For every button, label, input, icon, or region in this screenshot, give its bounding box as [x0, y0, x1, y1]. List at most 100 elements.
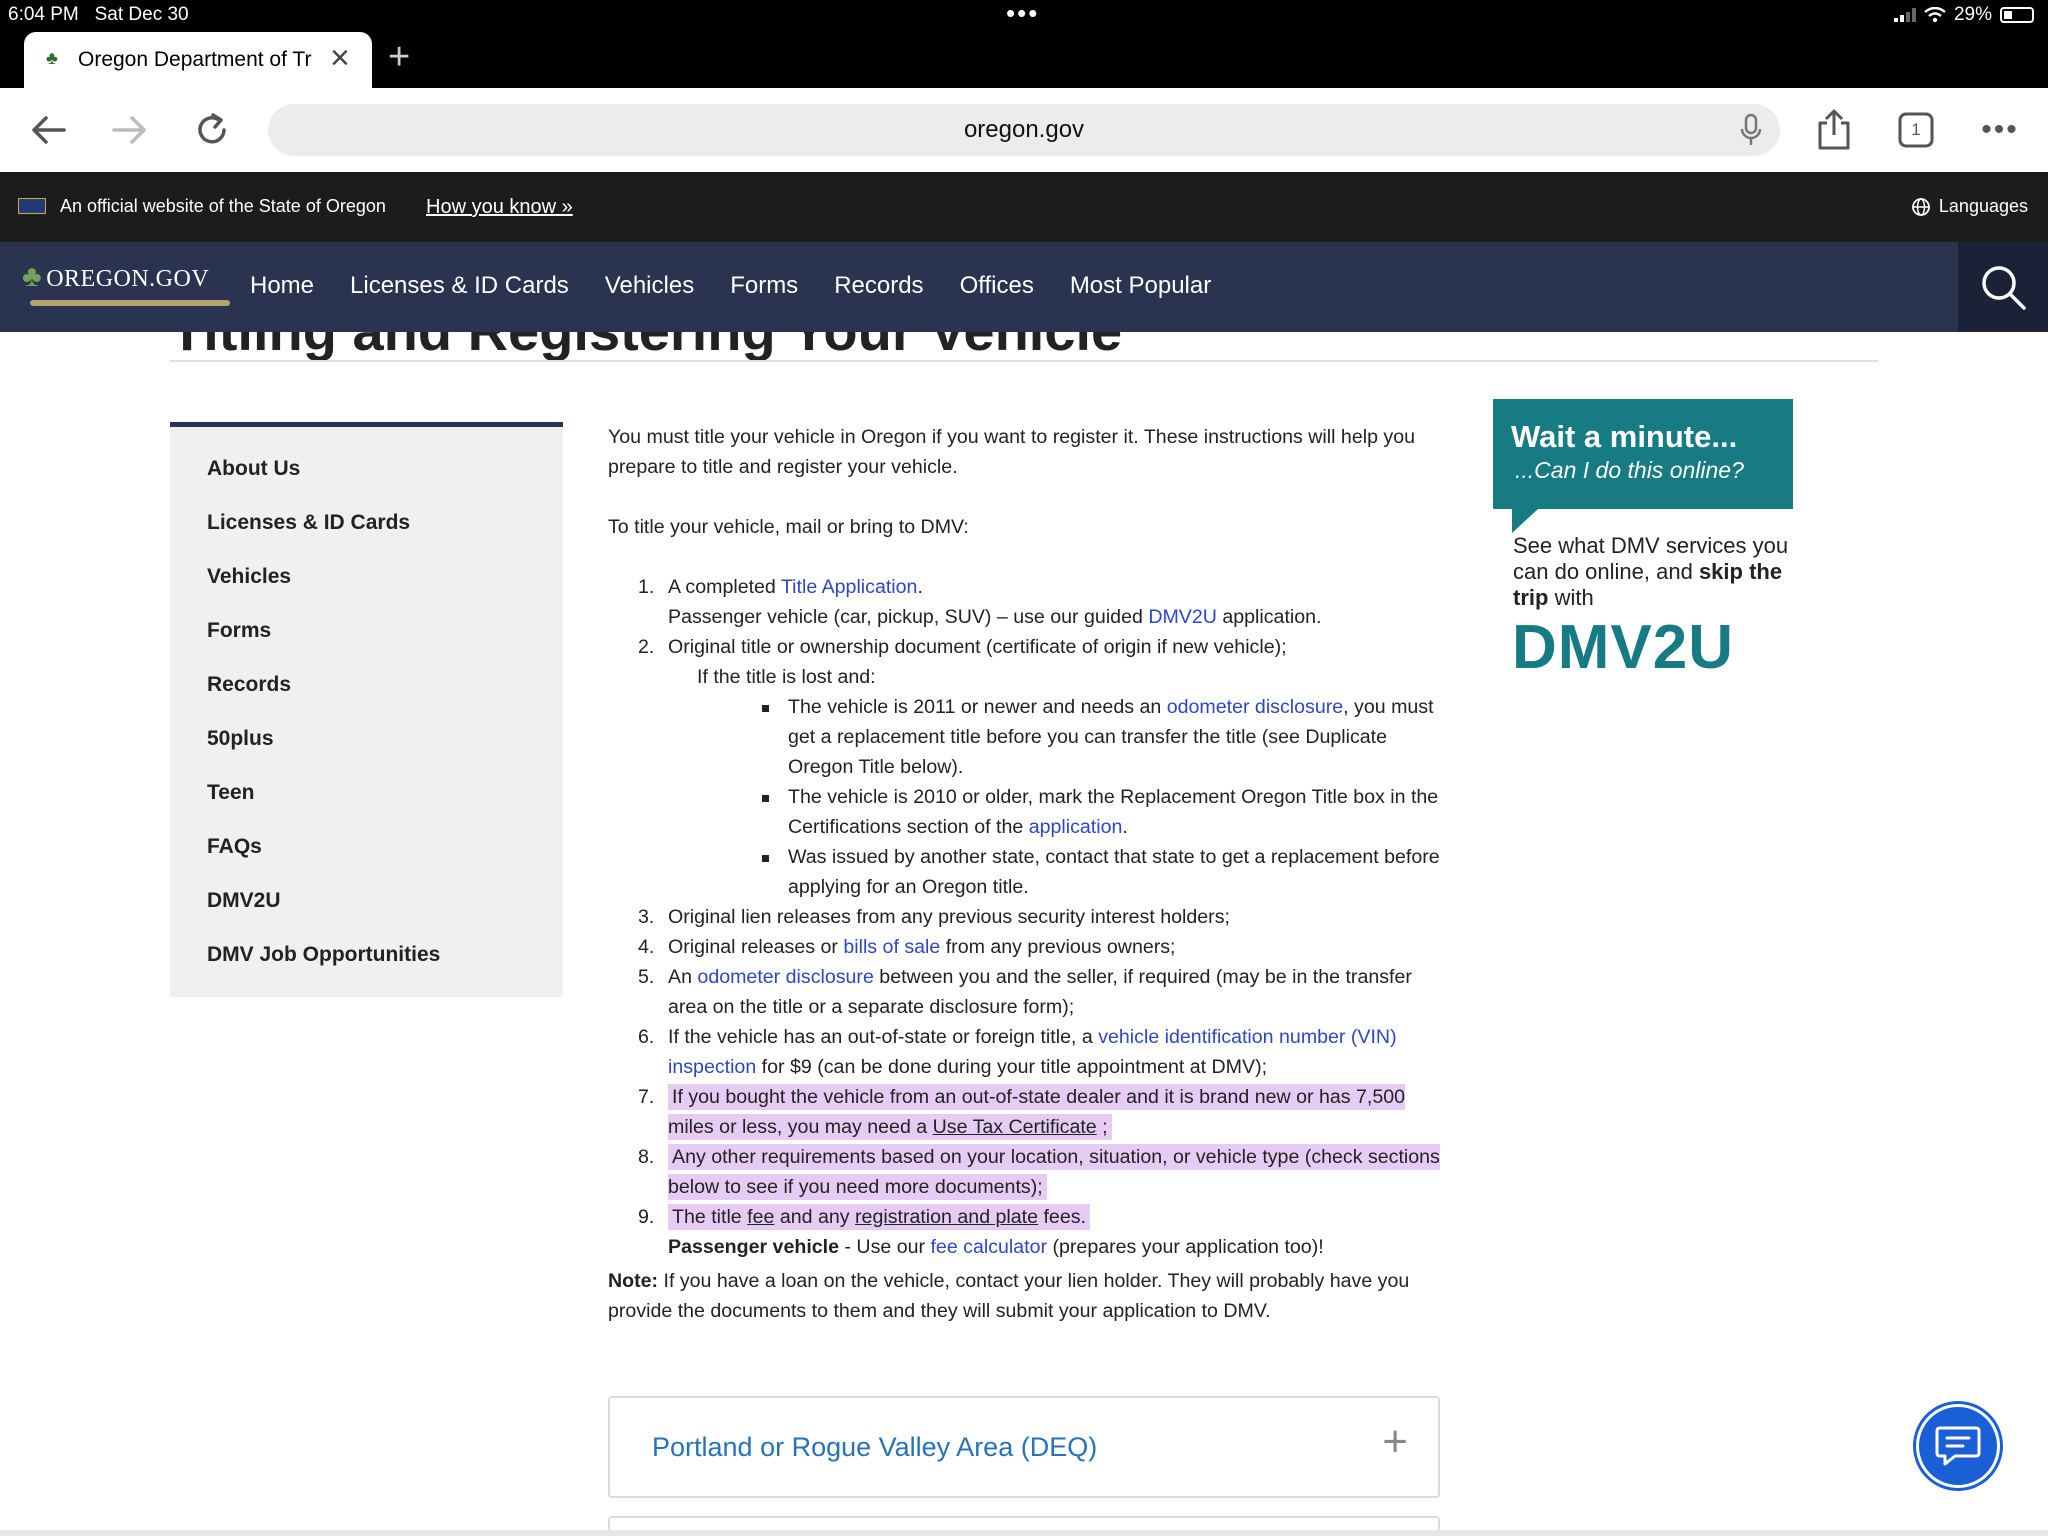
status-time: 6:04 PM Sat Dec 30	[8, 4, 189, 25]
nav-vehicles[interactable]: Vehicles	[605, 272, 694, 300]
fee-link[interactable]: fee	[747, 1206, 774, 1228]
fee-calculator-link[interactable]: fee calculator	[930, 1236, 1047, 1258]
list-subtext: If the title is lost and:	[697, 666, 876, 688]
address-bar[interactable]: oregon.gov	[268, 104, 1780, 156]
sidebar-item-licenses[interactable]: Licenses & ID Cards	[207, 511, 410, 535]
browser-tab[interactable]: ♣ Oregon Department of Tr ×	[24, 32, 372, 88]
dmv2u-link[interactable]: DMV2U	[1148, 606, 1217, 628]
list-item: 3. Original lien releases from any previo…	[638, 906, 1230, 928]
bottom-edge	[0, 1530, 2048, 1536]
chat-icon	[1935, 1426, 1981, 1466]
requirements-list: 1. A completed Title Application. Passenge…	[608, 572, 1448, 1262]
bullet-item: The vehicle is 2010 or older, mark the R…	[608, 782, 1448, 842]
sidebar-item-vehicles[interactable]: Vehicles	[207, 565, 291, 589]
new-tab-icon[interactable]: +	[388, 38, 410, 76]
logo-swoosh	[30, 300, 230, 306]
nav-offices[interactable]: Offices	[960, 272, 1034, 300]
sidebar-item-faqs[interactable]: FAQs	[207, 835, 262, 859]
main-content: You must title your vehicle in Oregon if…	[608, 422, 1448, 1356]
globe-icon	[1912, 197, 1930, 216]
search-button[interactable]	[1958, 242, 2048, 332]
nav-home[interactable]: Home	[250, 272, 314, 300]
languages-label: Languages	[1938, 196, 2028, 216]
cellular-signal-icon	[1893, 8, 1916, 22]
microphone-icon[interactable]	[1740, 104, 1762, 164]
nav-licenses[interactable]: Licenses & ID Cards	[350, 272, 569, 300]
dmv2u-promo-banner[interactable]: Wait a minute... ...Can I do this online…	[1493, 399, 1793, 509]
use-tax-certificate-link[interactable]: Use Tax Certificate	[933, 1116, 1097, 1138]
multitasking-dots-icon[interactable]: •••	[1006, 0, 1039, 29]
list-item: 9. The title fee and any registration and…	[638, 1204, 1324, 1258]
favicon-tree-icon: ♣	[46, 48, 58, 68]
promo-subtitle: ...Can I do this online?	[1515, 457, 1744, 483]
wifi-icon	[1924, 7, 1946, 23]
battery-icon	[2000, 7, 2034, 23]
back-icon[interactable]	[24, 106, 72, 154]
heading-divider	[170, 360, 1878, 362]
search-icon	[1982, 266, 2026, 310]
sidebar-item-teen[interactable]: Teen	[207, 781, 254, 805]
nav-forms[interactable]: Forms	[730, 272, 798, 300]
application-link[interactable]: application	[1029, 816, 1123, 838]
reload-icon[interactable]	[188, 106, 236, 154]
list-item: 8. Any other requirements based on your l…	[638, 1144, 1440, 1200]
promo-description: See what DMV services you can do online,…	[1513, 533, 1789, 610]
sidebar-item-about[interactable]: About Us	[207, 457, 300, 481]
status-right: 29%	[1893, 4, 2034, 26]
promo-speech-tail	[1512, 509, 1538, 533]
sidebar-item-jobs[interactable]: DMV Job Opportunities	[207, 943, 440, 967]
logo-text: OREGON.GOV	[46, 266, 210, 292]
sidebar-item-50plus[interactable]: 50plus	[207, 727, 274, 751]
forward-icon[interactable]	[106, 106, 154, 154]
official-site-banner: An official website of the State of Oreg…	[0, 172, 2048, 242]
lead-text: To title your vehicle, mail or bring to …	[608, 516, 969, 538]
languages-button[interactable]: Languages	[1911, 196, 2028, 217]
accordion-title: Portland or Rogue Valley Area (DEQ)	[652, 1432, 1098, 1462]
chat-button[interactable]	[1916, 1404, 2000, 1488]
nav-links: Home Licenses & ID Cards Vehicles Forms …	[250, 272, 1211, 300]
sidebar-item-records[interactable]: Records	[207, 673, 291, 697]
tabs-overview-button[interactable]: 1	[1892, 106, 1940, 154]
dmv2u-logo[interactable]: DMV2U	[1512, 612, 1734, 683]
promo-title: Wait a minute...	[1511, 419, 1738, 454]
how-you-know-link[interactable]: How you know »	[426, 196, 573, 219]
oregon-flag-icon	[18, 198, 46, 214]
registration-plate-link[interactable]: registration and plate	[855, 1206, 1038, 1228]
accordion-deq[interactable]: Portland or Rogue Valley Area (DEQ) +	[608, 1396, 1440, 1498]
page-title: Titling and Registering Your Vehicle	[170, 332, 1122, 363]
nav-most-popular[interactable]: Most Popular	[1070, 272, 1211, 300]
share-icon[interactable]	[1810, 106, 1858, 154]
list-item: 1. A completed Title Application. Passenge…	[638, 576, 1322, 628]
odometer-disclosure-link-2[interactable]: odometer disclosure	[697, 966, 873, 988]
list-item: 5. An odometer disclosure between you and…	[638, 966, 1412, 1018]
list-item: 7. If you bought the vehicle from an out-…	[638, 1084, 1406, 1140]
bills-of-sale-link[interactable]: bills of sale	[843, 936, 940, 958]
sidebar-item-dmv2u[interactable]: DMV2U	[207, 889, 281, 913]
intro-text: You must title your vehicle in Oregon if…	[608, 426, 1416, 478]
tree-icon: ♣	[22, 260, 43, 293]
sidebar-item-forms[interactable]: Forms	[207, 619, 271, 643]
more-options-icon[interactable]: •••	[1976, 106, 2024, 154]
browser-toolbar: oregon.gov 1 •••	[0, 88, 2048, 172]
url-text: oregon.gov	[963, 116, 1085, 143]
tab-count: 1	[1911, 120, 1921, 139]
accordion-next[interactable]	[608, 1516, 1440, 1530]
tab-bar: ♣ Oregon Department of Tr × +	[0, 30, 2048, 88]
bullet-item: The vehicle is 2011 or newer and needs a…	[608, 692, 1448, 782]
list-item: 4. Original releases or bills of sale fro…	[638, 936, 1176, 958]
title-application-link[interactable]: Title Application	[781, 576, 918, 598]
close-tab-icon[interactable]: ×	[330, 41, 350, 75]
note-text: Note: If you have a loan on the vehicle,…	[608, 1270, 1410, 1322]
expand-plus-icon[interactable]: +	[1382, 1420, 1408, 1464]
nav-records[interactable]: Records	[834, 272, 923, 300]
oregon-gov-logo[interactable]: ♣ OREGON.GOV	[22, 260, 230, 306]
list-item: 6. If the vehicle has an out-of-state or …	[638, 1026, 1397, 1078]
bullet-item: Was issued by another state, contact tha…	[608, 842, 1448, 902]
page-body: Titling and Registering Your Vehicle Abo…	[0, 332, 2048, 1530]
list-item: 2. Original title or ownership document (…	[638, 636, 1287, 658]
odometer-disclosure-link[interactable]: odometer disclosure	[1167, 696, 1343, 718]
sidebar-nav: About Us Licenses & ID Cards Vehicles Fo…	[170, 422, 563, 997]
official-site-text: An official website of the State of Oreg…	[60, 196, 386, 216]
tab-title: Oregon Department of Tr	[78, 48, 312, 71]
status-bar: 6:04 PM Sat Dec 30 ••• 29%	[0, 0, 2048, 30]
